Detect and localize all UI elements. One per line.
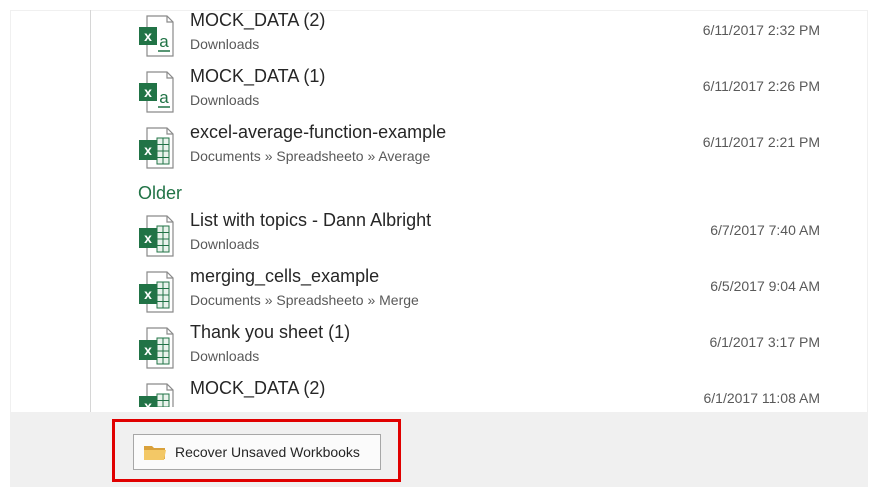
section-header-older: Older — [138, 183, 183, 203]
file-date: 6/7/2017 7:40 AM — [710, 222, 820, 238]
xlsx-icon: x — [139, 215, 174, 257]
file-name: MOCK_DATA (1) — [190, 66, 326, 86]
file-name: merging_cells_example — [190, 266, 380, 286]
file-name: MOCK_DATA (2) — [190, 10, 326, 30]
svg-text:x: x — [144, 286, 152, 302]
file-row[interactable]: x excel-average-function-example Documen… — [130, 120, 820, 172]
svg-text:x: x — [144, 28, 152, 44]
file-row[interactable]: x a MOCK_DATA (2) Downloads 6/11/2017 2:… — [130, 8, 820, 60]
folder-icon — [144, 446, 166, 460]
file-name: List with topics - Dann Albright — [190, 210, 432, 230]
file-row[interactable]: x MOCK_DATA (2) 6/1/2017 11:08 AM — [130, 376, 820, 407]
file-row[interactable]: x Thank you sheet (1) Downloads 6/1/2017… — [130, 320, 820, 372]
file-path: Downloads — [190, 348, 260, 364]
svg-text:a: a — [159, 88, 169, 107]
file-path: Documents » Spreadsheeto » Merge — [190, 292, 419, 308]
file-path: Downloads — [190, 92, 260, 108]
file-row[interactable]: x List with topics - Dann Albright Downl… — [130, 208, 820, 260]
file-path: Downloads — [190, 36, 260, 52]
svg-text:x: x — [144, 342, 152, 358]
xlsx-icon: x — [139, 383, 174, 407]
file-path: Downloads — [190, 236, 260, 252]
xlsx-icon: x — [139, 127, 174, 169]
file-name: Thank you sheet (1) — [190, 322, 351, 342]
svg-text:x: x — [144, 142, 152, 158]
file-date: 6/5/2017 9:04 AM — [710, 278, 820, 294]
file-row[interactable]: x merging_cells_example Documents » Spre… — [130, 264, 820, 316]
xlsx-icon: x — [139, 327, 174, 369]
svg-text:x: x — [144, 84, 152, 100]
recover-button-label: Recover Unsaved Workbooks — [175, 444, 360, 460]
svg-text:x: x — [144, 230, 152, 246]
file-list: x a MOCK_DATA (2) Downloads 6/11/2017 2:… — [0, 0, 870, 407]
file-date: 6/11/2017 2:32 PM — [702, 22, 820, 38]
file-date: 6/11/2017 2:26 PM — [702, 78, 820, 94]
csv-icon: x a — [139, 15, 174, 57]
file-date: 6/11/2017 2:21 PM — [702, 134, 820, 150]
recover-unsaved-workbooks-button[interactable]: Recover Unsaved Workbooks — [133, 434, 381, 470]
file-path: Documents » Spreadsheeto » Average — [190, 148, 431, 164]
file-row[interactable]: x a MOCK_DATA (1) Downloads 6/11/2017 2:… — [130, 64, 820, 116]
svg-text:a: a — [159, 32, 169, 51]
file-date: 6/1/2017 11:08 AM — [703, 390, 821, 406]
xlsx-icon: x — [139, 271, 174, 313]
file-name: excel-average-function-example — [190, 122, 447, 142]
file-name: MOCK_DATA (2) — [190, 378, 326, 398]
csv-icon: x a — [139, 71, 174, 113]
svg-text:x: x — [144, 398, 152, 407]
file-date: 6/1/2017 3:17 PM — [709, 334, 820, 350]
